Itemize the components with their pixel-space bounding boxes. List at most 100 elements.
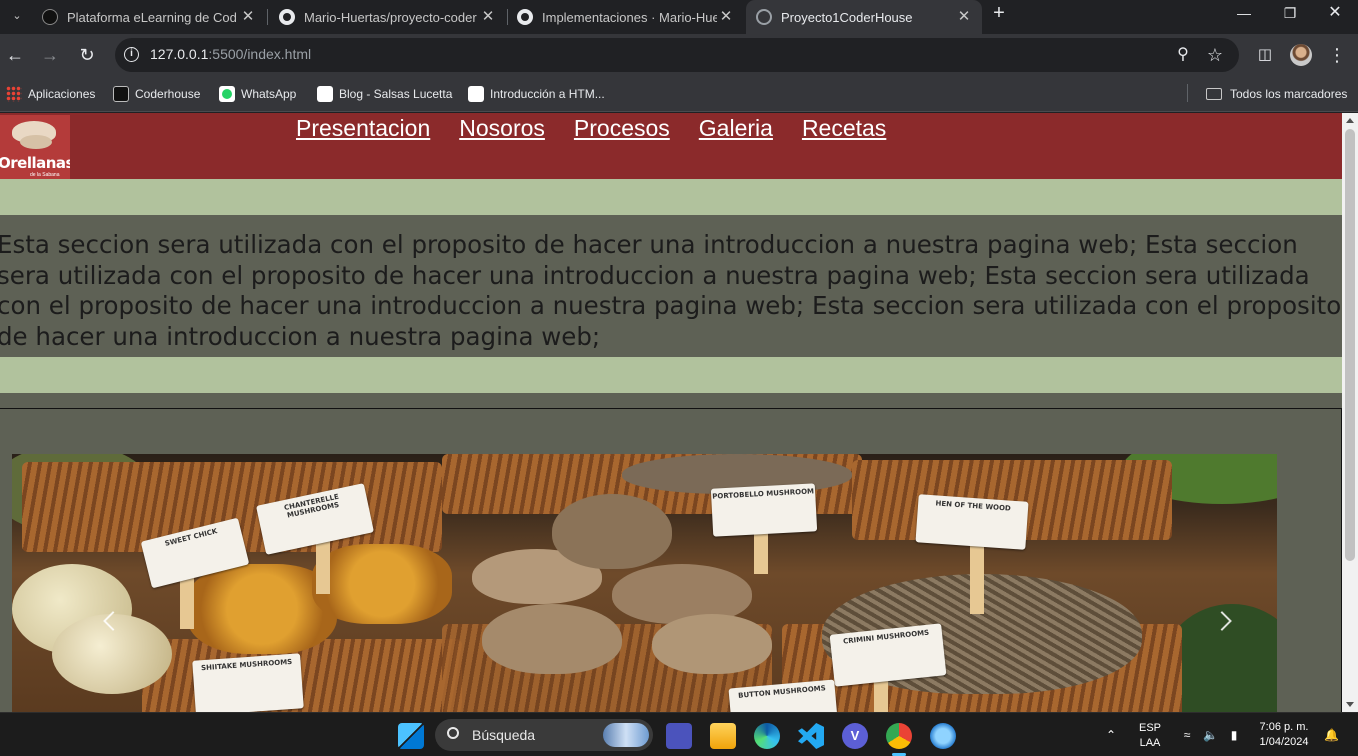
bookmark-coderhouse[interactable]: Coderhouse: [113, 85, 200, 103]
nav-link-presentacion[interactable]: Presentacion: [296, 115, 430, 142]
blog-icon: [317, 86, 333, 102]
chanterelle-shape: [312, 544, 452, 624]
close-tab-icon[interactable]: ✕: [240, 9, 256, 25]
scroll-up-arrow-icon[interactable]: [1346, 118, 1354, 123]
tab-title: Proyecto1CoderHouse: [781, 9, 913, 25]
tab-strip: ⌄ Plataforma eLearning de Coderh ✕ Mario…: [0, 0, 1358, 34]
light-band-bottom: [0, 357, 1342, 393]
tab-title: Plataforma eLearning de Coderh: [67, 9, 237, 25]
bookmark-whatsapp[interactable]: WhatsApp: [219, 85, 296, 103]
bookmarks-bar: Aplicaciones Coderhouse WhatsApp Blog - …: [0, 76, 1358, 112]
bookmark-label: Coderhouse: [135, 87, 201, 101]
tab-title: Mario-Huertas/proyecto-coder: [304, 9, 477, 25]
tab-search-dropdown-icon[interactable]: ⌄: [6, 5, 28, 27]
language-code: ESP: [1138, 722, 1161, 734]
bookmark-blog-salsas[interactable]: Blog - Salsas Lucetta: [317, 85, 452, 103]
minimize-icon[interactable]: —: [1221, 0, 1267, 28]
file-explorer-icon[interactable]: [710, 723, 736, 749]
windows-start-icon[interactable]: [398, 723, 424, 749]
v-app-icon[interactable]: V: [842, 723, 868, 749]
battery-icon[interactable]: ▮: [1227, 728, 1241, 742]
coderhouse-icon: [113, 86, 129, 102]
tab-github-implementaciones[interactable]: Implementaciones · Mario-Huer ✕: [508, 0, 744, 34]
mushroom-shape: [552, 494, 672, 569]
nav-link-galeria[interactable]: Galeria: [699, 115, 773, 142]
reload-icon[interactable]: ↻: [75, 43, 99, 67]
nav-link-procesos[interactable]: Procesos: [574, 115, 670, 142]
profile-avatar[interactable]: [1290, 44, 1312, 66]
side-panel-icon[interactable]: ◫: [1253, 43, 1277, 67]
more-menu-icon[interactable]: ⋮: [1325, 43, 1349, 67]
close-window-icon[interactable]: ✕: [1312, 0, 1358, 28]
mushroom-carousel-image[interactable]: SWEET CHICK CHANTERELLE MUSHROOMS PORTOB…: [12, 454, 1277, 712]
search-placeholder: Búsqueda: [472, 727, 536, 743]
bookmark-label: WhatsApp: [241, 87, 297, 101]
zoom-icon[interactable]: ⚲: [1172, 44, 1194, 66]
close-tab-icon[interactable]: ✕: [956, 9, 972, 25]
bookmark-label: Blog - Salsas Lucetta: [339, 87, 453, 101]
tab-title: Implementaciones · Mario-Huer: [542, 9, 717, 25]
bookmarks-separator: [1187, 84, 1188, 102]
bookmark-star-icon[interactable]: ☆: [1204, 44, 1226, 66]
search-highlight-image: [603, 723, 649, 747]
main-nav: Presentacion Nosoros Procesos Galeria Re…: [296, 115, 915, 142]
tab-github-proyecto-coder[interactable]: Mario-Huertas/proyecto-coder ✕: [270, 0, 506, 34]
globe-app-icon[interactable]: [930, 723, 956, 749]
taskbar-search[interactable]: Búsqueda: [435, 719, 653, 751]
apps-grid-icon: [6, 86, 22, 102]
label-card: PORTOBELLO MUSHROOM: [710, 483, 818, 537]
site-header: Orellanas de la Sabana Presentacion Noso…: [0, 113, 1342, 179]
scrollbar-thumb[interactable]: [1345, 129, 1355, 561]
site-logo[interactable]: Orellanas de la Sabana: [0, 115, 70, 179]
bookmark-label: Introducción a HTM...: [490, 87, 605, 101]
url-path: :5500/index.html: [208, 46, 312, 62]
wifi-icon[interactable]: ≈: [1180, 728, 1194, 742]
globe-icon: [468, 86, 484, 102]
label-card: SHIITAKE MUSHROOMS: [192, 653, 304, 712]
bookmark-label: Aplicaciones: [28, 87, 96, 101]
close-tab-icon[interactable]: ✕: [718, 9, 734, 25]
language-indicator[interactable]: ESP LAA: [1136, 721, 1164, 751]
vscode-icon[interactable]: [798, 723, 824, 749]
chrome-icon[interactable]: [886, 723, 912, 749]
clock-date: 1/04/2024: [1259, 736, 1309, 748]
url-text[interactable]: 127.0.0.1:5500/index.html: [150, 46, 311, 62]
nav-link-nosoros[interactable]: Nosoros: [459, 115, 545, 142]
chevron-up-icon[interactable]: ⌃: [1104, 728, 1118, 742]
forward-arrow-icon[interactable]: →: [38, 43, 62, 67]
clock[interactable]: 7:06 p. m. 1/04/2024: [1254, 720, 1314, 750]
logo-subtext: de la Sabana: [30, 172, 60, 178]
page-viewport: Orellanas de la Sabana Presentacion Noso…: [0, 113, 1342, 712]
nav-link-recetas[interactable]: Recetas: [802, 115, 886, 142]
bookmark-intro-html[interactable]: Introducción a HTM...: [468, 85, 605, 103]
all-bookmarks-folder[interactable]: Todos los marcadores: [1206, 85, 1347, 103]
close-tab-icon[interactable]: ✕: [480, 9, 496, 25]
mushroom-shape: [482, 604, 622, 674]
teams-icon[interactable]: [666, 723, 692, 749]
tab-separator: [267, 9, 268, 25]
bookmark-apps[interactable]: Aplicaciones: [6, 85, 95, 103]
volume-icon[interactable]: 🔈: [1203, 728, 1218, 742]
page-scrollbar[interactable]: [1342, 113, 1358, 712]
address-bar[interactable]: i 127.0.0.1:5500/index.html ⚲ ☆: [115, 38, 1239, 72]
search-icon: [447, 727, 459, 739]
mushroom-cap-shape: [20, 135, 52, 149]
clock-time: 7:06 p. m.: [1259, 721, 1309, 733]
github-icon: [279, 9, 295, 25]
edge-icon[interactable]: [754, 723, 780, 749]
new-tab-button[interactable]: +: [989, 3, 1009, 23]
github-icon: [517, 9, 533, 25]
notification-bell-icon[interactable]: 🔔: [1324, 728, 1339, 742]
scroll-down-arrow-icon[interactable]: [1346, 702, 1354, 707]
restore-icon[interactable]: ❐: [1267, 0, 1313, 28]
back-arrow-icon[interactable]: ←: [3, 43, 27, 67]
mushroom-shape: [652, 614, 772, 674]
browser-toolbar: ← → ↻ i 127.0.0.1:5500/index.html ⚲ ☆ ◫ …: [0, 34, 1358, 76]
site-info-icon[interactable]: i: [124, 47, 139, 62]
tab-coderhouse-elearning[interactable]: Plataforma eLearning de Coderh ✕: [34, 0, 266, 34]
tab-proyecto1-active[interactable]: Proyecto1CoderHouse ✕: [746, 0, 982, 34]
globe-icon: [756, 9, 772, 25]
windows-taskbar: Búsqueda V ⌃ ESP LAA ≈ 🔈 ▮ 7:06 p. m. 1/…: [0, 712, 1358, 756]
logo-text: Orellanas: [0, 154, 70, 172]
bookmark-label: Todos los marcadores: [1230, 87, 1348, 101]
